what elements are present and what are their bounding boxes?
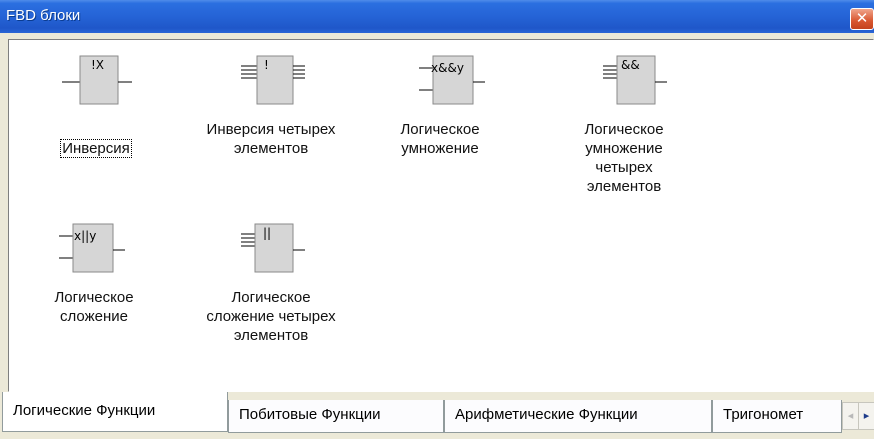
tab-arithmetic-functions[interactable]: Арифметические Функции	[444, 400, 712, 433]
logical-or-block-icon[interactable]: x||y	[57, 220, 127, 280]
svg-text:x||y: x||y	[74, 229, 96, 243]
svg-text:!X: !X	[91, 58, 104, 72]
logical-and-four-block-icon[interactable]: &&	[599, 52, 669, 112]
svg-text:||: ||	[263, 226, 271, 240]
tab-bitwise-functions[interactable]: Побитовые Функции	[228, 400, 444, 433]
arrow-right-icon[interactable]: ▸	[858, 402, 874, 430]
inversion-block-icon[interactable]: !X	[60, 52, 132, 112]
logical-and-block-label[interactable]: Логическое умножение	[381, 120, 499, 158]
svg-text:x&&y: x&&y	[431, 61, 464, 75]
tab-logical-functions[interactable]: Логические Функции	[2, 392, 228, 432]
arrow-left-icon[interactable]: ◂	[842, 402, 859, 430]
logical-or-block-label[interactable]: Логическое сложение	[35, 288, 153, 326]
close-button[interactable]: ✕	[850, 8, 874, 30]
fbd-blocks-window: FBD блоки ✕ !X Инверсия ! Инверсия четыр…	[0, 0, 874, 439]
window-title: FBD блоки	[6, 7, 81, 24]
svg-text:&&: &&	[621, 58, 640, 72]
svg-text:!: !	[264, 58, 269, 72]
logical-or-four-block-label[interactable]: Логическое сложение четырех элементов	[185, 288, 357, 345]
inversion-four-block-icon[interactable]: !	[237, 52, 307, 112]
blocks-panel: !X Инверсия ! Инверсия четырех элементов…	[8, 39, 874, 392]
category-tab-bar: Логические Функции Побитовые Функции Ари…	[0, 392, 874, 439]
logical-or-four-block-icon[interactable]: ||	[237, 220, 307, 280]
inversion-four-block-label[interactable]: Инверсия четырех элементов	[185, 120, 357, 158]
tab-trigonometric-functions[interactable]: Тригономет	[712, 400, 842, 433]
title-bar[interactable]: FBD блоки ✕	[0, 0, 874, 33]
inversion-block-label[interactable]: Инверсия	[45, 120, 147, 158]
logical-and-four-block-label[interactable]: Логическое умножение четырех элементов	[565, 120, 683, 196]
logical-and-block-icon[interactable]: x&&y	[417, 52, 487, 112]
